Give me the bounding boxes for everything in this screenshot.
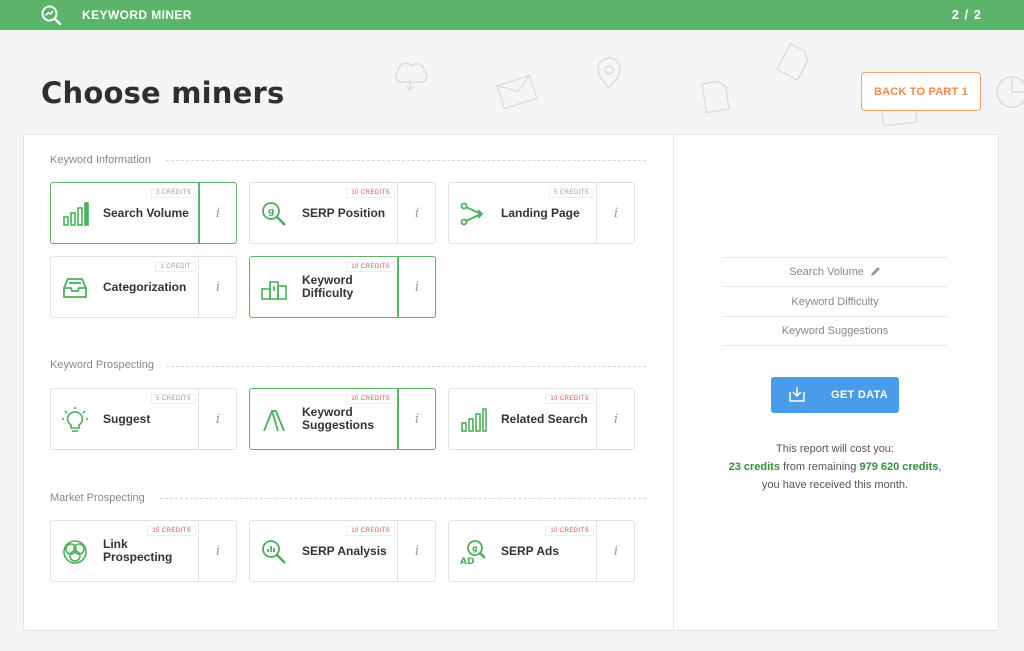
info-button[interactable]: i [199,257,237,317]
credits-badge: 1 CREDIT [155,262,196,272]
credits-badge: 5 CREDITS [549,188,594,198]
summary-item-label: Keyword Suggestions [781,325,889,337]
svg-text:g: g [472,544,478,553]
miner-card-keyword-suggestions[interactable]: Keyword Suggestions 10 CREDITS i [249,388,436,450]
lightbulb-icon [62,407,88,432]
cost-credits: 23 credits [728,461,780,473]
get-data-label: GET DATA [831,389,888,401]
page-title: Choose miners [41,76,285,110]
credits-badge: 5 CREDITS [151,394,196,404]
credits-badge: 10 CREDITS [346,262,395,272]
branch-arrow-icon [460,202,484,226]
credits-badge: 10 CREDITS [346,526,395,536]
remaining-credits: 979 620 credits [859,461,939,473]
credits-badge: 10 CREDITS [545,526,594,536]
credits-badge: 10 CREDITS [545,394,594,404]
section-label-keyword-information: Keyword Information [50,154,151,166]
panel-divider [673,135,674,630]
miner-card-landing-page[interactable]: Landing Page 5 CREDITS i [448,182,635,244]
miner-card-link-prospecting[interactable]: Link Prospecting 15 CREDITS i [50,520,237,582]
section-divider [166,160,646,161]
miner-card-related-search[interactable]: Related Search 10 CREDITS i [448,388,635,450]
linked-circles-icon [63,540,87,564]
info-button[interactable]: i [398,521,436,581]
miner-card-search-volume[interactable]: Search Volume 3 CREDITS i [50,182,237,244]
step-indicator: 2 / 2 [951,7,982,22]
keyword-miner-logo-icon [41,5,62,26]
section-divider [166,366,646,367]
section-label-keyword-prospecting: Keyword Prospecting [50,359,154,371]
info-button[interactable]: i [597,521,635,581]
summary-item: Keyword Difficulty [722,288,948,317]
credits-badge: 15 CREDITS [147,526,196,536]
cost-line-2: 23 credits from remaining 979 620 credit… [700,461,970,473]
chart-magnifier-icon [262,540,286,564]
svg-text:AD: AD [460,557,474,566]
svg-text:g: g [268,207,274,217]
app-title: KEYWORD MINER [82,8,192,22]
get-data-button[interactable]: GET DATA [771,377,899,413]
credits-badge: 3 CREDITS [151,188,196,198]
info-button[interactable]: i [199,521,237,581]
serp-magnifier-icon: g [262,202,286,226]
section-label-market-prospecting: Market Prospecting [50,492,145,504]
miner-card-serp-analysis[interactable]: SERP Analysis 10 CREDITS i [249,520,436,582]
section-divider [160,498,646,499]
info-button[interactable]: i [398,257,436,317]
info-button[interactable]: i [199,389,237,449]
pencil-icon[interactable] [869,266,881,278]
inbox-tray-icon [63,278,87,298]
miner-card-categorization[interactable]: Categorization 1 CREDIT i [50,256,237,318]
summary-item-label: Keyword Difficulty [791,296,879,308]
summary-item: Keyword Suggestions [722,317,948,346]
back-to-part-1-button[interactable]: BACK TO PART 1 [861,72,981,111]
bar-chart-icon [461,408,487,432]
summary-item-label: Search Volume [789,266,864,278]
top-bar: KEYWORD MINER 2 / 2 [0,0,1024,30]
cost-line-1: This report will cost you: [776,443,894,455]
ad-magnifier-icon: g AD [460,540,486,566]
info-button[interactable]: i [199,183,237,243]
info-button[interactable]: i [597,183,635,243]
miner-card-suggest[interactable]: Suggest 5 CREDITS i [50,388,237,450]
credits-badge: 10 CREDITS [346,394,395,404]
download-icon [789,387,805,402]
info-button[interactable]: i [398,389,436,449]
cost-tail: , [938,461,942,473]
adwords-icon [263,410,285,432]
info-button[interactable]: i [398,183,436,243]
cost-line-3: you have received this month. [761,479,909,491]
info-button[interactable]: i [597,389,635,449]
bar-chart-icon [63,202,89,226]
miner-card-keyword-difficulty[interactable]: Keyword Difficulty 10 CREDITS i [249,256,436,318]
miner-card-serp-ads[interactable]: g AD SERP Ads 10 CREDITS i [448,520,635,582]
summary-item: Search Volume [722,258,948,287]
credits-badge: 10 CREDITS [346,188,395,198]
miner-card-serp-position[interactable]: g SERP Position 10 CREDITS i [249,182,436,244]
podium-icon [261,281,287,300]
cost-mid-text: from remaining [783,461,857,473]
